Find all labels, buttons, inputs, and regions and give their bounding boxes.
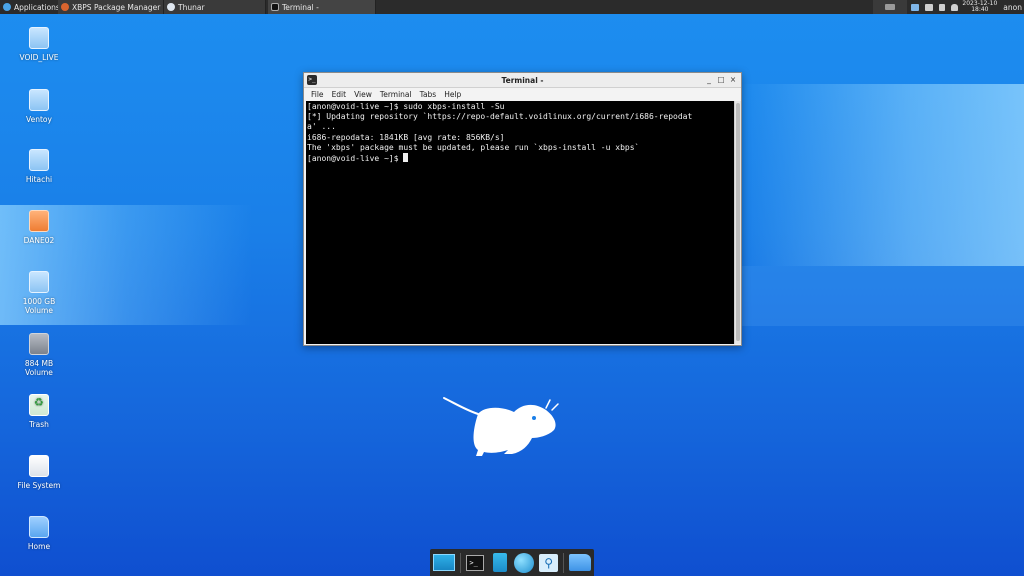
- desktop-icon-label: VOID_LIVE: [19, 53, 59, 62]
- xfce-logo-icon: [3, 3, 11, 11]
- desktop-icon: [433, 554, 455, 571]
- menu-terminal[interactable]: Terminal: [376, 90, 416, 99]
- close-button[interactable]: ×: [728, 75, 738, 85]
- taskbar-label: XBPS Package Manager ...: [72, 2, 164, 12]
- filesystem-icon: [29, 455, 49, 477]
- drive-icon: [29, 27, 49, 49]
- power-icon[interactable]: [939, 3, 946, 11]
- network-icon[interactable]: [911, 3, 920, 11]
- terminal-line: The 'xbps' package must be updated, plea…: [307, 142, 640, 152]
- window-titlebar[interactable]: >_ Terminal - _ □ ×: [304, 73, 741, 88]
- terminal-icon: [271, 3, 279, 11]
- menu-tabs[interactable]: Tabs: [416, 90, 441, 99]
- terminal-window[interactable]: >_ Terminal - _ □ × File Edit View Termi…: [303, 72, 742, 346]
- dock-files[interactable]: [490, 552, 509, 573]
- desktop-icon-label: DANE02: [23, 236, 55, 245]
- desktop-icon-label: 1000 GB Volume: [22, 297, 56, 315]
- drive-icon: [29, 333, 49, 355]
- dock-web-browser[interactable]: [514, 552, 535, 573]
- menu-file[interactable]: File: [307, 90, 328, 99]
- text-cursor: [403, 153, 409, 163]
- dock-app-finder[interactable]: ⚲: [539, 552, 559, 573]
- terminal-line: [*] Updating repository `https://repo-de…: [307, 112, 693, 122]
- clock[interactable]: 2023-12-10 18:40: [962, 0, 997, 14]
- desktop-icon-label: Ventoy: [26, 115, 52, 124]
- desktop-icon-ventoy[interactable]: Ventoy: [14, 89, 64, 124]
- desktop-icon-label: 884 MB Volume: [24, 359, 54, 377]
- workspace-icon: [885, 4, 896, 10]
- menu-view[interactable]: View: [350, 90, 376, 99]
- minimize-button[interactable]: _: [704, 75, 714, 85]
- desktop-icon-home[interactable]: Home: [14, 516, 64, 551]
- scrollbar-thumb[interactable]: [736, 103, 740, 341]
- system-tray: [907, 0, 962, 14]
- window-controls: _ □ ×: [704, 75, 741, 85]
- desktop-icon-label: Home: [27, 542, 51, 551]
- applications-menu-button[interactable]: Applications: [0, 0, 58, 14]
- workspace-switcher[interactable]: [873, 0, 908, 14]
- taskbar-item-terminal[interactable]: Terminal -: [268, 0, 376, 14]
- window-title: Terminal -: [501, 75, 544, 85]
- desktop-icon-label: Hitachi: [25, 175, 53, 184]
- dock: >_ ⚲: [430, 549, 594, 576]
- desktop-icon-void-live[interactable]: VOID_LIVE: [14, 27, 64, 62]
- taskbar-label: Thunar: [178, 2, 205, 12]
- terminal-line: [anon@void-live ~]$ sudo xbps-install -S…: [307, 102, 505, 111]
- desktop-icon-file-system[interactable]: File System: [14, 455, 64, 490]
- trash-icon: [29, 394, 49, 416]
- drive-icon: [29, 271, 49, 293]
- dock-show-desktop[interactable]: [433, 552, 455, 573]
- desktop-icon-label: Trash: [29, 420, 49, 429]
- desktop-icon-dane02[interactable]: DANE02: [14, 210, 64, 245]
- volume-icon[interactable]: [925, 3, 934, 11]
- user-menu[interactable]: anon: [1003, 3, 1024, 12]
- web-browser-icon: [514, 552, 535, 573]
- xfce-mouse-logo-icon: [443, 397, 559, 456]
- home-folder-icon: [29, 516, 49, 538]
- package-manager-icon: [61, 3, 69, 11]
- drive-icon: [29, 89, 49, 111]
- desktop-icon-hitachi[interactable]: Hitachi: [14, 149, 64, 184]
- terminal-output[interactable]: [anon@void-live ~]$ sudo xbps-install -S…: [306, 101, 735, 344]
- desktop-icon-label: File System: [17, 481, 61, 490]
- applications-label: Applications: [14, 2, 58, 12]
- folder-icon: [569, 554, 592, 571]
- files-icon: [492, 553, 507, 572]
- drive-icon: [29, 149, 49, 171]
- terminal-prompt-line: [anon@void-live ~]$: [307, 153, 735, 164]
- menu-bar: File Edit View Terminal Tabs Help: [304, 88, 741, 101]
- taskbar-item-xbps[interactable]: XBPS Package Manager ...: [58, 0, 164, 14]
- desktop-icon-trash[interactable]: Trash: [14, 394, 64, 429]
- thunar-icon: [167, 3, 175, 11]
- wallpaper-band: [740, 84, 1024, 266]
- terminal-icon: >_: [466, 554, 485, 571]
- desktop-icon-884mb-volume[interactable]: 884 MB Volume: [14, 333, 64, 377]
- taskbar-label: Terminal -: [282, 2, 319, 12]
- menu-help[interactable]: Help: [440, 90, 465, 99]
- dock-separator: [563, 552, 565, 573]
- drive-icon: [29, 210, 49, 232]
- terminal-line: i686-repodata: 1841KB [avg rate: 856KB/s…: [307, 132, 505, 142]
- clock-time: 18:40: [971, 6, 989, 13]
- terminal-scrollbar[interactable]: [734, 101, 741, 344]
- taskbar-item-thunar[interactable]: Thunar: [164, 0, 266, 14]
- wallpaper-band: [740, 266, 1024, 326]
- menu-edit[interactable]: Edit: [328, 90, 351, 99]
- top-panel: Applications XBPS Package Manager ... Th…: [0, 0, 1024, 14]
- dock-terminal[interactable]: >_: [466, 552, 485, 573]
- terminal-line: a' ...: [307, 122, 336, 132]
- terminal-prompt: [anon@void-live ~]$: [307, 154, 404, 164]
- maximize-button[interactable]: □: [716, 75, 726, 85]
- notification-bell-icon[interactable]: [951, 3, 959, 11]
- search-icon: ⚲: [539, 553, 559, 572]
- dock-separator: [460, 552, 461, 573]
- dock-folder[interactable]: [569, 552, 592, 573]
- desktop-icon-1000gb-volume[interactable]: 1000 GB Volume: [14, 271, 64, 315]
